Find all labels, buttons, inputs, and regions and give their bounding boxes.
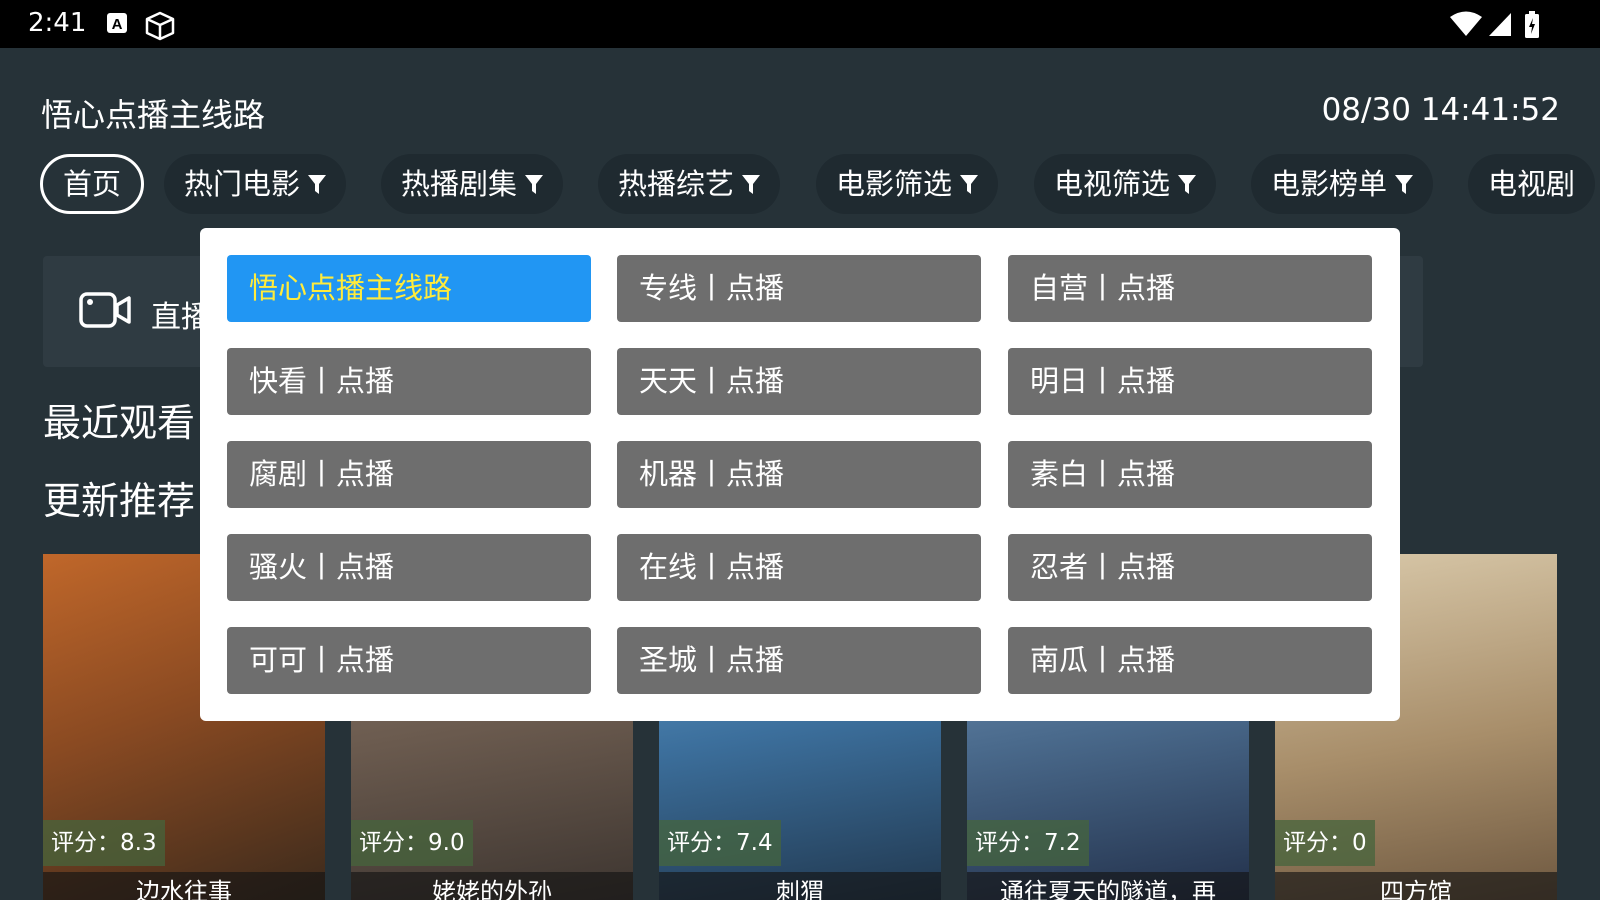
tab-label: 热播综艺: [618, 167, 735, 201]
tab-home[interactable]: 首页: [40, 154, 145, 214]
source-option[interactable]: 可可丨点播: [227, 627, 591, 694]
tab-label: 热播剧集: [401, 167, 518, 201]
tab-label: 热门电影: [184, 167, 301, 201]
clock: 08/30 14:41:52: [1321, 92, 1560, 128]
source-option[interactable]: 自营丨点播: [1008, 255, 1372, 322]
source-option[interactable]: 圣城丨点播: [617, 627, 981, 694]
source-option[interactable]: 南瓜丨点播: [1008, 627, 1372, 694]
category-tabs: 首页 热门电影 热播剧集 热播综艺 电影筛选 电视筛选 电影榜单 电视剧: [40, 154, 1600, 214]
source-option[interactable]: 在线丨点播: [617, 534, 981, 601]
page-title: 悟心点播主线路: [41, 96, 266, 134]
filter-icon: [1178, 175, 1197, 194]
svg-text:A: A: [112, 16, 123, 33]
source-option[interactable]: 腐剧丨点播: [227, 441, 591, 508]
tab-label: 电影榜单: [1271, 167, 1388, 201]
signal-icon: [1488, 11, 1512, 41]
source-option[interactable]: 专线丨点播: [617, 255, 981, 322]
filter-icon: [1395, 175, 1414, 194]
source-option[interactable]: 素白丨点播: [1008, 441, 1372, 508]
tab-movie-ranking[interactable]: 电影榜单: [1251, 154, 1434, 214]
source-option[interactable]: 快看丨点播: [227, 348, 591, 415]
rating-badge: 评分：8.3: [43, 820, 165, 866]
battery-icon: [1524, 11, 1540, 43]
tab-label: 电视剧: [1488, 167, 1576, 201]
updates-section-title: 更新推荐: [43, 479, 196, 523]
tab-label: 电视筛选: [1054, 167, 1171, 201]
rating-badge: 评分：7.2: [967, 820, 1089, 866]
tab-hot-movies[interactable]: 热门电影: [164, 154, 347, 214]
cube-icon: [144, 11, 176, 45]
rating-badge: 评分：0: [1275, 820, 1375, 866]
source-option[interactable]: 忍者丨点播: [1008, 534, 1372, 601]
source-option[interactable]: 悟心点播主线路: [227, 255, 591, 322]
video-camera-icon: [79, 290, 131, 334]
recent-section-title: 最近观看: [43, 401, 196, 445]
poster-title: 四方馆: [1275, 872, 1557, 900]
source-dropdown: 悟心点播主线路 专线丨点播 自营丨点播 快看丨点播 天天丨点播 明日丨点播 腐剧…: [200, 228, 1400, 721]
filter-icon: [742, 175, 761, 194]
tab-label: 首页: [63, 167, 122, 201]
tab-movie-filter[interactable]: 电影筛选: [816, 154, 999, 214]
source-option[interactable]: 天天丨点播: [617, 348, 981, 415]
tab-hot-variety[interactable]: 热播综艺: [598, 154, 781, 214]
wifi-icon: [1449, 11, 1483, 41]
filter-icon: [960, 175, 979, 194]
tab-tv-filter[interactable]: 电视筛选: [1034, 154, 1217, 214]
poster-title: 刺猬: [659, 872, 941, 900]
tab-label: 电影筛选: [836, 167, 953, 201]
tab-tv-series[interactable]: 电视剧: [1468, 154, 1596, 214]
poster-title: 姥姥的外孙: [351, 872, 633, 900]
source-option[interactable]: 明日丨点播: [1008, 348, 1372, 415]
poster-title: 边水往事: [43, 872, 325, 900]
poster-title: 通往夏天的隧道，再: [967, 872, 1249, 900]
a-notification-icon: A: [106, 11, 128, 39]
filter-icon: [525, 175, 544, 194]
filter-icon: [308, 175, 327, 194]
tab-hot-series[interactable]: 热播剧集: [381, 154, 564, 214]
rating-badge: 评分：7.4: [659, 820, 781, 866]
rating-badge: 评分：9.0: [351, 820, 473, 866]
source-option[interactable]: 骚火丨点播: [227, 534, 591, 601]
source-option[interactable]: 机器丨点播: [617, 441, 981, 508]
status-time: 2:41: [28, 8, 87, 38]
status-bar: 2:41 A: [0, 0, 1600, 48]
